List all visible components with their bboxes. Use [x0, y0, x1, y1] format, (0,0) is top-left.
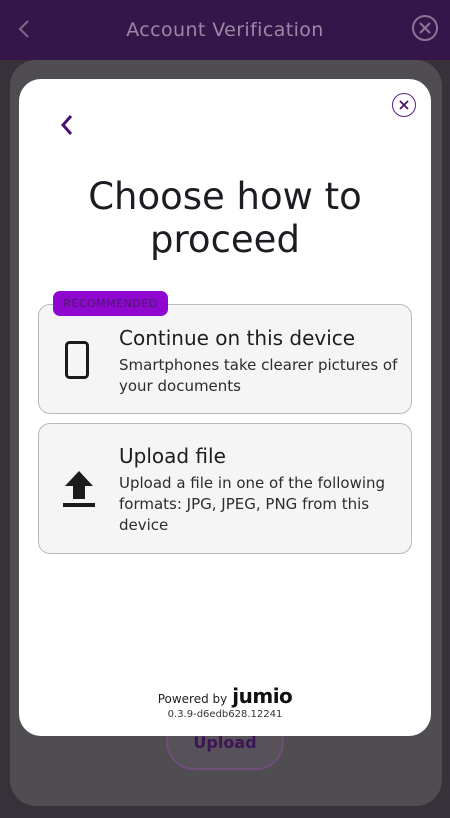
- modal-close-icon[interactable]: [392, 93, 416, 117]
- powered-by: Powered by jumio: [19, 684, 431, 708]
- option-title: Upload file: [119, 444, 226, 468]
- smartphone-icon: [61, 341, 93, 379]
- choose-method-modal: Choose how to proceed Continue on this d…: [19, 79, 431, 736]
- option-continue-on-device[interactable]: Continue on this device Smartphones take…: [38, 304, 412, 414]
- powered-by-text: Powered by: [157, 692, 228, 706]
- upload-icon: [61, 469, 97, 509]
- jumio-logo: jumio: [232, 684, 293, 708]
- option-title: Continue on this device: [119, 326, 356, 350]
- back-chevron-icon[interactable]: [55, 111, 79, 139]
- version-text: 0.3.9-d6edb628.12241: [167, 709, 283, 720]
- app-header: Account Verification: [0, 0, 450, 60]
- close-icon[interactable]: [412, 15, 438, 41]
- modal-title: Choose how to proceed: [88, 175, 362, 261]
- option-description: Smartphones take clearer pictures of you…: [119, 356, 398, 395]
- option-upload-file[interactable]: Upload file Upload a file in one of the …: [38, 423, 412, 554]
- back-arrow-icon[interactable]: [12, 15, 36, 43]
- recommended-badge: RECOMMENDED: [53, 291, 168, 316]
- option-description: Upload a file in one of the following fo…: [119, 474, 386, 534]
- app-title: Account Verification: [126, 19, 324, 41]
